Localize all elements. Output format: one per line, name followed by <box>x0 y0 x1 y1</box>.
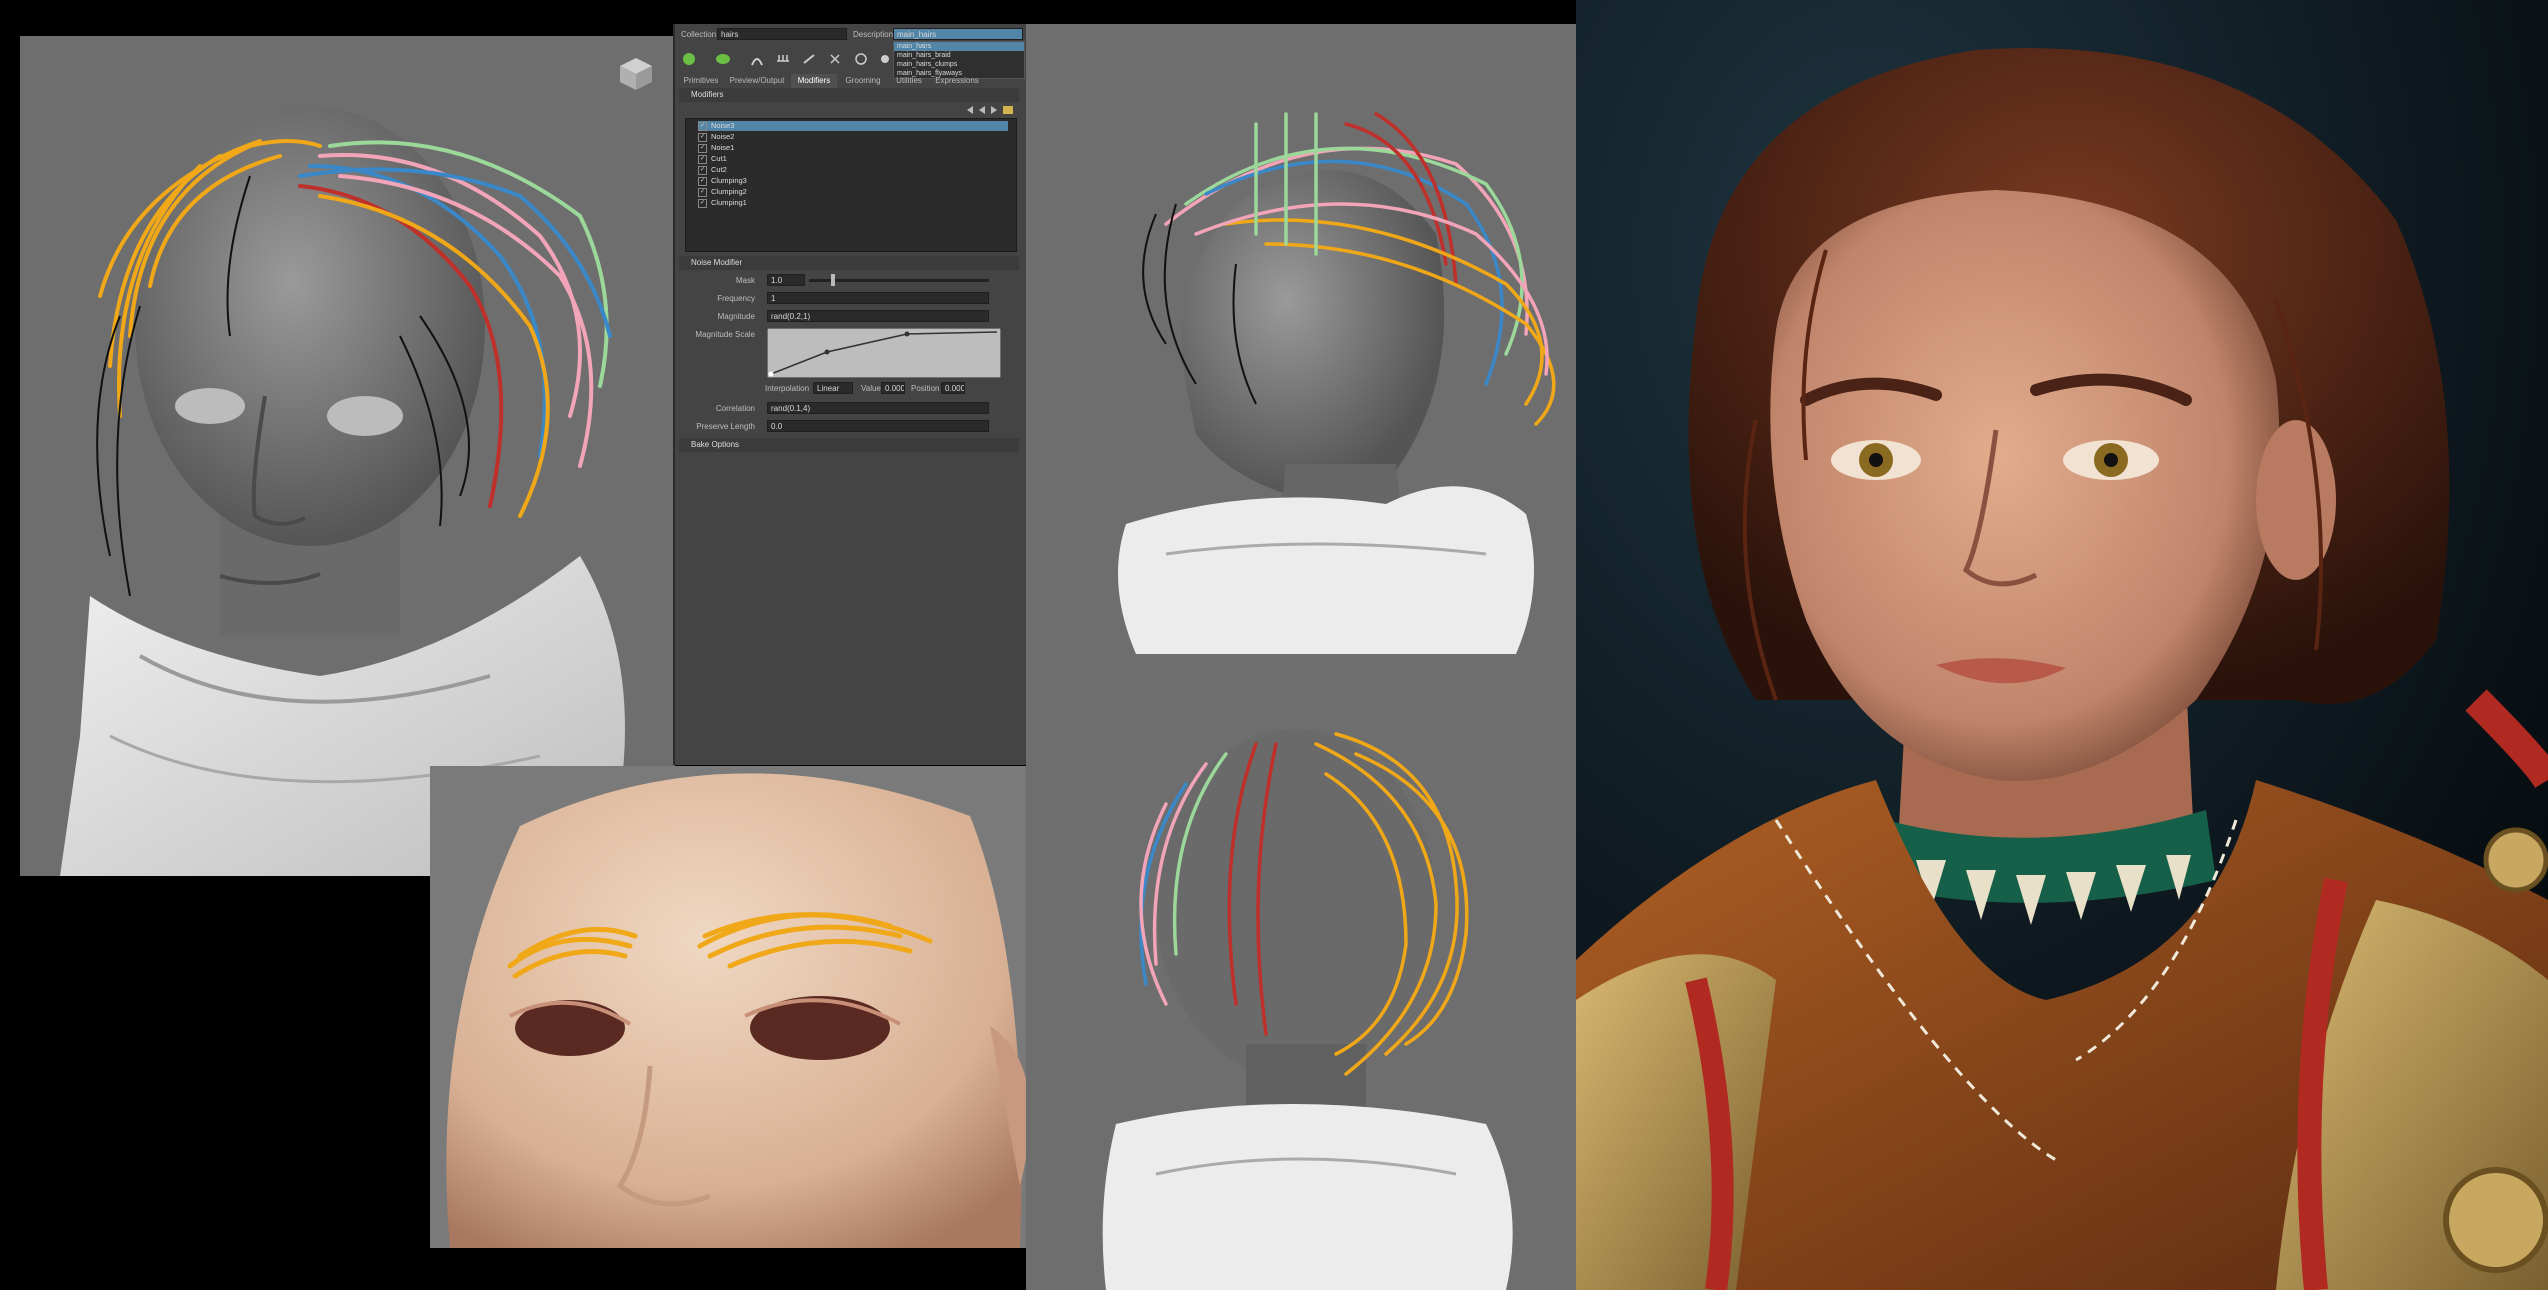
modifier-item[interactable]: ✓ Noise3 <box>698 121 1008 131</box>
interpolation-dropdown[interactable]: Linear <box>813 382 853 394</box>
correlation-label: Correlation <box>715 404 755 413</box>
modifier-item[interactable]: ✓ Clumping3 <box>698 176 747 186</box>
eyebrow-render <box>446 773 1026 1248</box>
cut-icon[interactable] <box>827 51 843 67</box>
position-field[interactable]: 0.000 <box>941 382 965 394</box>
settings-icon[interactable] <box>877 51 893 67</box>
mask-slider[interactable] <box>809 279 989 282</box>
preserve-length-field[interactable]: 0.0 <box>767 420 989 432</box>
preserve-length-label: Preserve Length <box>696 422 755 431</box>
collection-dropdown[interactable]: hairs <box>717 28 847 40</box>
mask-label: Mask <box>735 276 755 285</box>
xgen-panel: Collection: hairs Description: main_hair… <box>673 24 1027 765</box>
modifier-label: Cut2 <box>711 165 727 174</box>
viewport-front[interactable] <box>20 36 675 876</box>
modifiers-section-header[interactable]: Modifiers <box>679 88 1019 102</box>
tab-utilities[interactable]: Utilities <box>889 74 929 88</box>
magnitude-scale-label: Magnitude Scale <box>695 330 755 339</box>
value-field[interactable]: 0.000 <box>881 382 905 394</box>
checkbox-icon[interactable]: ✓ <box>698 132 707 142</box>
tab-primitives[interactable]: Primitives <box>679 74 723 88</box>
modifier-label: Cut1 <box>711 154 727 163</box>
comb-icon[interactable] <box>775 51 791 67</box>
hair-tool-icon[interactable] <box>749 51 765 67</box>
side-head-render <box>1118 112 1556 654</box>
modifier-label: Noise2 <box>711 132 735 141</box>
arrow-icon[interactable] <box>801 51 817 67</box>
checkbox-icon[interactable]: ✓ <box>698 176 707 186</box>
mask-field[interactable]: 1.0 <box>767 274 805 286</box>
frequency-field[interactable]: 1 <box>767 292 989 304</box>
description-dropdown[interactable]: main_hairs <box>893 28 1023 40</box>
interpolation-label: Interpolation <box>765 384 810 393</box>
correlation-field[interactable]: rand(0.1,4) <box>767 402 989 414</box>
description-label: Description: <box>853 30 896 39</box>
back-head-render <box>1102 729 1513 1290</box>
modifier-stack-tools[interactable] <box>965 104 1015 116</box>
modifier-item[interactable]: ✓ Clumping1 <box>698 198 747 208</box>
checkbox-icon[interactable]: ✓ <box>698 198 707 208</box>
magnitude-field[interactable]: rand(0.2,1) <box>767 310 989 322</box>
position-label: Position <box>911 384 940 393</box>
viewport-side-back[interactable] <box>1026 24 1576 1290</box>
final-render <box>1576 0 2548 1290</box>
front-head-render <box>60 106 625 876</box>
viewport-eyebrows[interactable] <box>430 766 1026 1248</box>
description-option[interactable]: main_hairs_clumps <box>894 60 1024 69</box>
modifier-item[interactable]: ✓ Noise2 <box>698 132 734 142</box>
checkbox-icon[interactable]: ✓ <box>698 121 707 131</box>
modifier-label: Noise3 <box>711 121 735 130</box>
description-option[interactable]: main_hairs_braid <box>894 51 1024 60</box>
noise-modifier-header[interactable]: Noise Modifier <box>679 256 1019 270</box>
brain-icon[interactable] <box>715 51 731 67</box>
frequency-label: Frequency <box>717 294 755 303</box>
checkbox-icon[interactable]: ✓ <box>698 143 707 153</box>
mask-slider-handle[interactable] <box>831 274 835 286</box>
tab-grooming[interactable]: Grooming <box>841 74 885 88</box>
character-portrait <box>1576 0 2548 1290</box>
bake-options-header[interactable]: Bake Options <box>679 438 1019 452</box>
modifier-label: Noise1 <box>711 143 735 152</box>
modifier-item[interactable]: ✓ Noise1 <box>698 143 734 153</box>
modifier-item[interactable]: ✓ Clumping2 <box>698 187 747 197</box>
checkbox-icon[interactable]: ✓ <box>698 187 707 197</box>
modifier-list: ✓ Noise3 ✓ Noise2 ✓ Noise1 ✓ Cut1 ✓ Cut2 ✓ Clu… <box>685 118 1017 252</box>
tab-preview-output[interactable]: Preview/Output <box>727 74 787 88</box>
tab-expressions[interactable]: Expressions <box>933 74 981 88</box>
checkbox-icon[interactable]: ✓ <box>698 165 707 175</box>
view-cube-icon[interactable] <box>616 56 656 92</box>
modifier-item[interactable]: ✓ Cut1 <box>698 154 727 164</box>
modifier-label: Clumping3 <box>711 176 747 185</box>
description-option[interactable]: main_hairs <box>894 42 1024 51</box>
checkbox-icon[interactable]: ✓ <box>698 154 707 164</box>
tab-modifiers[interactable]: Modifiers <box>791 74 837 88</box>
magnitude-label: Magnitude <box>717 312 755 321</box>
collection-label: Collection: <box>681 30 719 39</box>
value-label: Value <box>861 384 881 393</box>
modifier-label: Clumping2 <box>711 187 747 196</box>
modifier-item[interactable]: ✓ Cut2 <box>698 165 727 175</box>
modifier-label: Clumping1 <box>711 198 747 207</box>
refresh-icon[interactable] <box>853 51 869 67</box>
magnitude-scale-ramp[interactable] <box>767 328 1001 378</box>
add-primitive-icon[interactable] <box>681 51 697 67</box>
